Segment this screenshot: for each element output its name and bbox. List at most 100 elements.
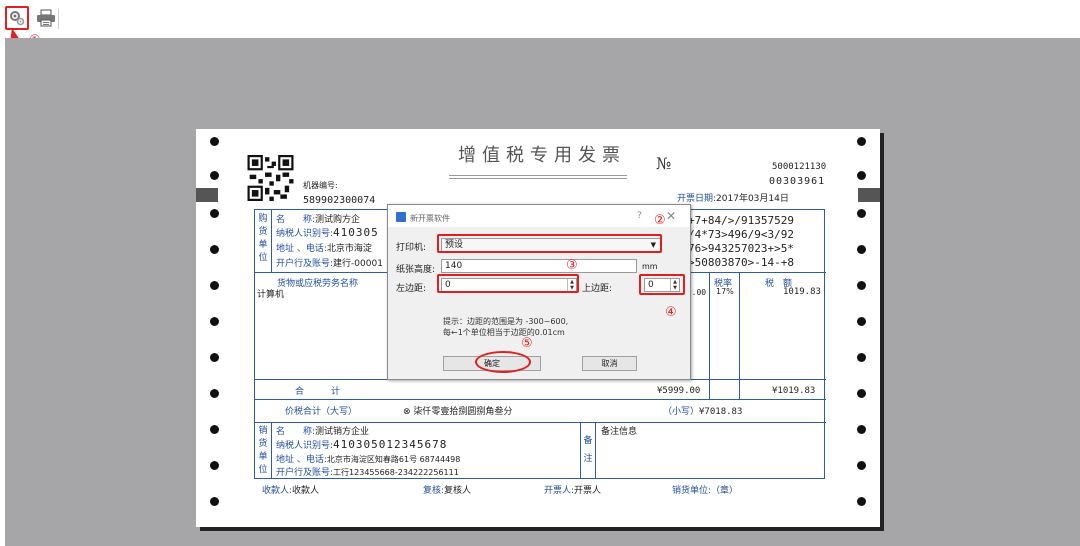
buyer-taxid-label: 纳税人识别号:	[276, 229, 334, 239]
close-icon[interactable]: ✕	[666, 209, 676, 223]
goods-header: 货物或应税劳务名称	[277, 279, 359, 289]
feed-hole	[857, 461, 866, 470]
payee: 收款人:收款人	[262, 483, 319, 496]
margin-hint: 提示：边距的范围是为 -300~600, 每←1个单位相当于边距的0.01cm	[443, 316, 568, 338]
feed-hole	[210, 461, 219, 470]
help-icon[interactable]: ?	[637, 211, 642, 221]
buyer-address: 地址 、电话:北京市海淀	[276, 241, 372, 254]
buyer-name-label: 名 称:	[276, 215, 316, 225]
seller-name: 名 称:测试销方企业	[276, 424, 369, 437]
dialog-title: 新开票软件	[410, 214, 450, 223]
buyer-side-label: 购货单位	[258, 214, 268, 263]
feed-hole	[857, 137, 866, 146]
issue-date-label: 开票日期:	[677, 194, 717, 204]
seller-address-value: 北京市海淀区知春路61号 68744498	[326, 455, 461, 464]
annotation-number-3: ③	[566, 258, 578, 273]
print-button[interactable]	[34, 6, 58, 30]
feed-hole	[210, 353, 219, 362]
invoice-code: 5000121130	[772, 162, 827, 172]
total-label: 合 计	[295, 387, 341, 397]
invoice-number-sign: №	[656, 154, 672, 173]
buyer-name-value: 测试购方企	[315, 215, 361, 225]
seller-bank-value: 工行123455668-234222256111	[333, 468, 459, 477]
drawer-value: 开票人	[574, 486, 602, 496]
feed-hole	[210, 425, 219, 434]
seller-taxid-label: 纳税人识别号:	[276, 441, 334, 451]
cipher-line: >50803870>-14-+8	[688, 256, 794, 269]
feed-hole	[857, 425, 866, 434]
grand-total-label: 价税合计（大写）	[285, 407, 358, 417]
margin-hint-line: 提示：边距的范围是为 -300~600,	[443, 317, 569, 326]
settings-gear-icon	[10, 11, 25, 26]
issue-date-value: 2017年03月14日	[716, 194, 789, 204]
drawer-label: 开票人:	[544, 486, 575, 496]
seller-side-label: 销货单位	[258, 426, 268, 475]
buyer-taxid: 纳税人识别号:410305	[276, 226, 379, 239]
buyer-bank: 开户行及账号:建行-00001	[276, 256, 383, 269]
feed-hole	[857, 245, 866, 254]
toolbar: ①	[0, 0, 1080, 48]
buyer-address-value: 北京市海淀	[326, 244, 372, 254]
table-line	[255, 422, 826, 423]
print-settings-button[interactable]	[5, 6, 29, 30]
table-line	[271, 210, 272, 272]
remark-value: 备注信息	[601, 427, 638, 437]
goods-item: 计算机	[257, 290, 285, 300]
grand-total-words: ⊗ 柒仟零壹拾捌圆捌角叁分	[403, 407, 513, 417]
rate-value: 17%	[716, 287, 734, 296]
paper-height-unit: mm	[642, 262, 658, 271]
drawer: 开票人:开票人	[544, 483, 601, 496]
total-tax: ¥1019.83	[772, 386, 816, 396]
title-underline	[449, 178, 627, 179]
machine-number: 589902300074	[303, 195, 376, 206]
top-margin-label: 上边距:	[582, 284, 613, 294]
feed-hole	[210, 497, 219, 506]
seller-taxid: 纳税人识别号:410305012345678	[276, 438, 447, 451]
table-line	[709, 272, 710, 399]
seller-name-value: 测试销方企业	[315, 427, 370, 437]
edge-mark	[858, 188, 880, 202]
annotation-box-top-margin	[639, 274, 685, 295]
issue-date: 开票日期:2017年03月14日	[677, 191, 789, 204]
cancel-button[interactable]: 取消	[582, 356, 637, 371]
cipher-line: +7+84/>/91357529	[688, 214, 794, 227]
feed-hole	[210, 281, 219, 290]
dialog-titlebar[interactable]: 新开票软件 ? ✕	[388, 205, 690, 227]
printer-label: 打印机:	[396, 243, 427, 253]
qr-code-icon	[247, 155, 294, 201]
feed-hole	[857, 171, 866, 180]
feed-hole	[857, 353, 866, 362]
table-line	[595, 422, 596, 478]
reviewer: 复核:复核人	[423, 483, 471, 496]
paper-height-label: 纸张高度:	[396, 265, 436, 275]
feed-hole	[857, 389, 866, 398]
feed-hole	[857, 281, 866, 290]
feed-hole	[210, 317, 219, 326]
annotation-box-printer	[437, 234, 662, 253]
buyer-taxid-value: 410305	[333, 226, 379, 239]
feed-hole	[210, 209, 219, 218]
annotation-box-left-margin	[437, 274, 579, 293]
seller-address-label: 地址 、电话:	[276, 455, 327, 465]
grand-total-small-value: ¥7018.83	[699, 407, 743, 417]
buyer-bank-label: 开户行及账号:	[276, 259, 334, 269]
buyer-bank-value: 建行-00001	[333, 259, 383, 269]
feed-hole	[210, 389, 219, 398]
seller-name-label: 名 称:	[276, 427, 316, 437]
annotation-number-4: ④	[665, 305, 677, 320]
grand-total-small-label: （小写）	[663, 407, 700, 417]
reviewer-label: 复核:	[423, 486, 445, 496]
feed-hole	[210, 245, 219, 254]
feed-hole	[857, 209, 866, 218]
seller-address: 地址 、电话:北京市海淀区知春路61号 68744498	[276, 452, 460, 465]
seller-bank: 开户行及账号:工行123455668-234222256111	[276, 465, 459, 478]
annotation-number-5: ⑤	[521, 336, 533, 351]
cipher-line: 76>943257023+>5*	[688, 242, 794, 255]
paper-height-input[interactable]: 140	[441, 259, 637, 273]
seller-taxid-value: 410305012345678	[333, 438, 448, 451]
remark-label: 备注	[583, 436, 593, 464]
reviewer-value: 复核人	[444, 486, 472, 496]
annotation-number-2: ②	[654, 213, 666, 228]
invoice-number: 00303961	[769, 176, 826, 187]
seller-stamp: 销货单位:（章）	[672, 486, 739, 496]
